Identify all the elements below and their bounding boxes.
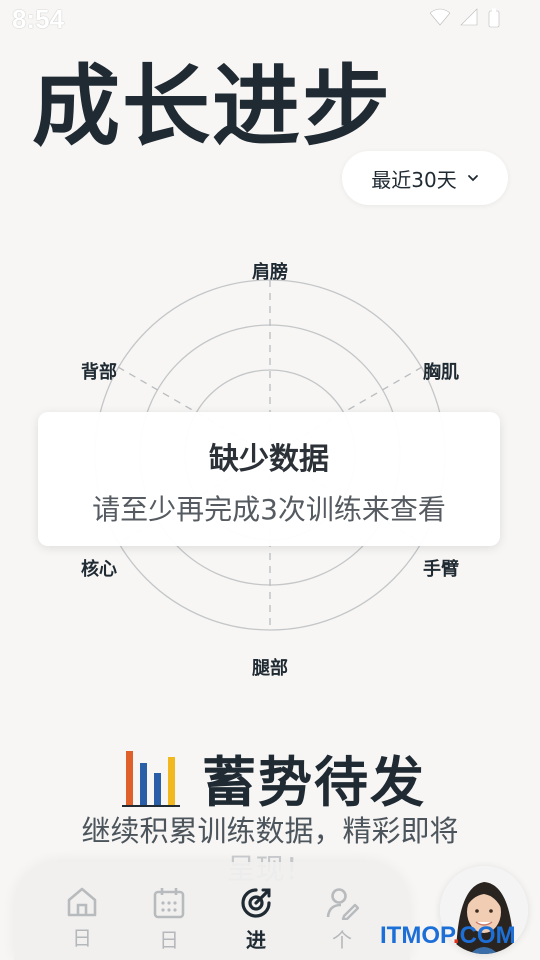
status-icons	[430, 8, 500, 28]
signal-icon	[460, 8, 478, 26]
page-title: 成长进步	[32, 55, 393, 158]
nav-item-calendar[interactable]: 日	[139, 886, 199, 953]
banner-heading: 蓄势待发	[120, 738, 426, 817]
calendar-icon	[153, 888, 185, 919]
status-time: 8:54	[12, 4, 65, 34]
nav-label-calendar: 日	[159, 928, 179, 952]
chevron-down-icon	[467, 175, 478, 182]
watermark-text: ITMOP	[380, 922, 453, 949]
radar-label-core: 核心	[81, 559, 117, 580]
nav-item-home[interactable]: 日	[52, 886, 112, 951]
missing-data-message: 请至少再完成3次训练来查看	[92, 493, 446, 526]
date-range-value: 最近30天	[371, 167, 457, 192]
profile-icon	[326, 888, 359, 920]
watermark-dot: .	[452, 922, 460, 949]
bottom-nav: 日 日 进 个	[14, 862, 410, 960]
banner-title: 蓄势待发	[202, 751, 426, 814]
wifi-icon	[430, 8, 450, 26]
home-icon	[67, 887, 97, 917]
radar-label-legs: 腿部	[252, 658, 288, 679]
status-bar: 8:54	[0, 0, 540, 40]
watermark: ITMOP.COM	[380, 922, 516, 950]
nav-label-home: 日	[72, 926, 92, 950]
nav-label-profile: 个	[332, 928, 352, 952]
radar-label-shoulders: 肩膀	[252, 262, 288, 283]
radar-label-back: 背部	[81, 362, 117, 383]
nav-label-progress: 进	[246, 928, 266, 952]
battery-icon	[488, 8, 500, 28]
date-range-dropdown[interactable]: 最近30天	[342, 151, 508, 205]
bar-chart-icon	[122, 750, 180, 807]
progress-icon	[241, 888, 271, 918]
banner-subtitle-line-1: 继续积累训练数据，精彩即将	[81, 814, 459, 848]
watermark-suffix: COM	[459, 922, 516, 949]
nav-item-progress[interactable]: 进	[226, 886, 286, 953]
missing-data-card: 缺少数据 请至少再完成3次训练来查看	[38, 412, 500, 546]
radar-label-arms: 手臂	[423, 559, 459, 580]
missing-data-title: 缺少数据	[209, 442, 329, 477]
radar-label-chest: 胸肌	[423, 362, 459, 383]
nav-item-profile[interactable]: 个	[312, 886, 372, 953]
